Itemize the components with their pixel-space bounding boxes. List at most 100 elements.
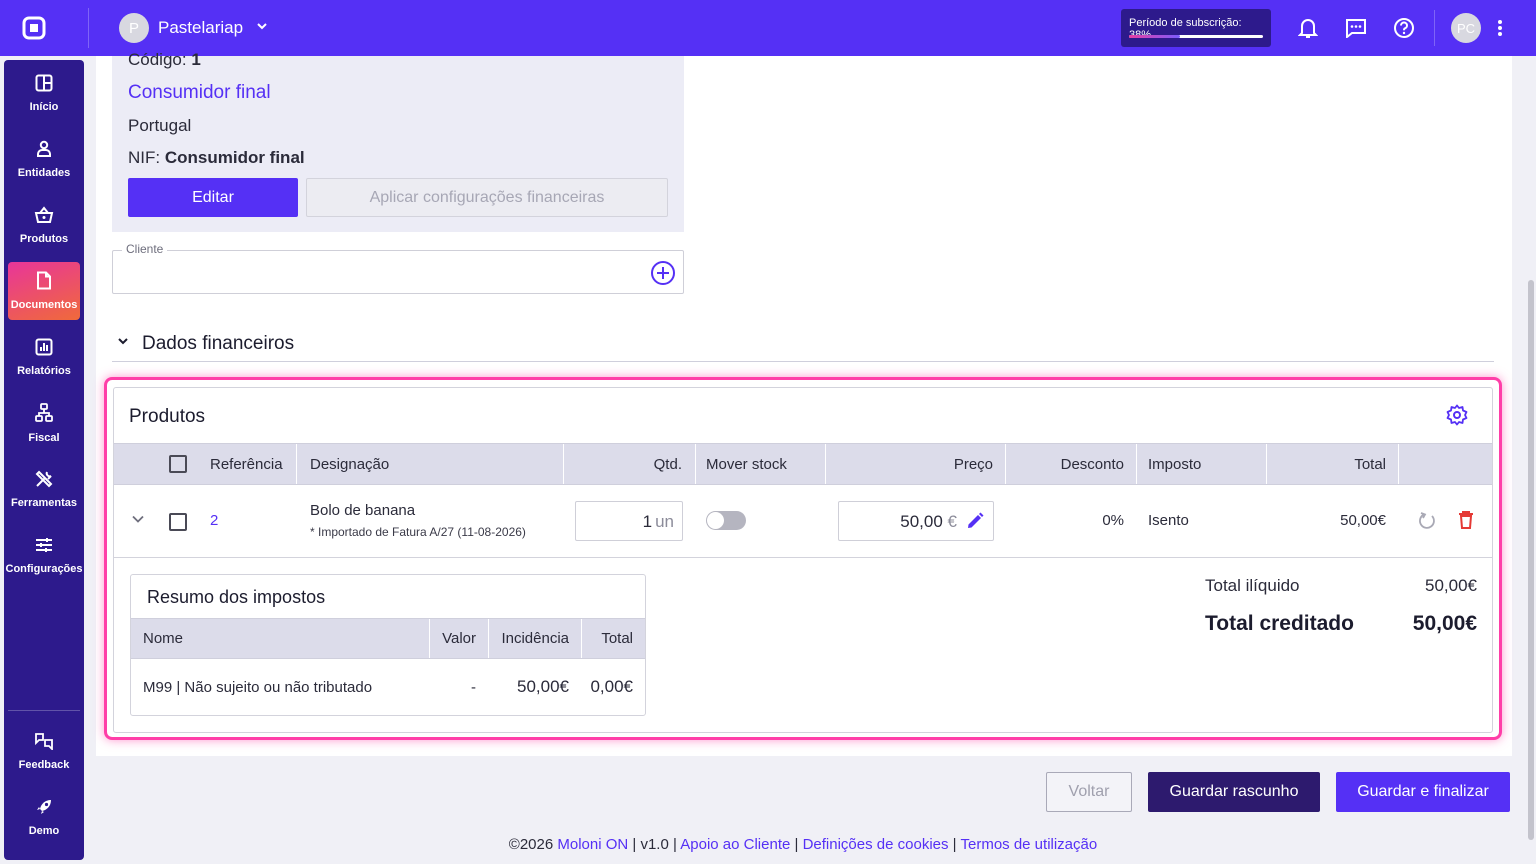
footer-separator: | xyxy=(794,836,799,853)
expand-row-chevron-icon[interactable] xyxy=(131,512,145,530)
sidebar-item-relatorios[interactable]: Relatórios xyxy=(8,328,80,386)
trash-icon[interactable] xyxy=(1457,510,1475,534)
edit-client-button[interactable]: Editar xyxy=(128,178,298,217)
document-form: Código: 1 Consumidor final Portugal NIF:… xyxy=(96,50,1512,756)
sidebar-item-ferramentas[interactable]: Ferramentas xyxy=(8,460,80,518)
sidebar: Início Entidades Produtos Documentos Rel… xyxy=(4,60,84,860)
footer-brand-link[interactable]: Moloni ON xyxy=(557,836,628,853)
gear-icon[interactable] xyxy=(1446,404,1468,431)
select-all-checkbox[interactable] xyxy=(169,455,187,473)
product-import-note: * Importado de Fatura A/27 (11-08-2026) xyxy=(310,525,526,539)
table-row: M99 | Não sujeito ou não tributado - 50,… xyxy=(131,660,645,715)
home-icon xyxy=(35,74,53,101)
quantity-unit: un xyxy=(655,512,674,531)
chat-icon[interactable] xyxy=(1342,14,1370,42)
report-icon xyxy=(35,338,53,365)
price-currency: € xyxy=(947,512,957,531)
net-total-label: Total ilíquido xyxy=(1205,576,1300,595)
save-finalize-button[interactable]: Guardar e finalizar xyxy=(1336,772,1510,812)
sidebar-item-label: Fiscal xyxy=(28,431,60,444)
quantity-value: 1 xyxy=(642,512,653,531)
footer-separator: | xyxy=(632,836,637,853)
user-avatar[interactable]: PC xyxy=(1451,13,1481,43)
footer-terms-link[interactable]: Termos de utilização xyxy=(960,836,1097,853)
client-code: Código: 1 xyxy=(128,50,201,70)
sidebar-item-label: Entidades xyxy=(17,166,71,179)
column-header-total: Total xyxy=(1354,456,1386,473)
document-icon xyxy=(36,271,52,299)
price-input[interactable]: 50,00 € xyxy=(838,501,994,541)
page-scrollbar[interactable] xyxy=(1528,280,1534,840)
sidebar-item-label: Início xyxy=(29,100,59,113)
column-divider xyxy=(695,444,696,484)
app-logo-icon[interactable] xyxy=(22,0,66,56)
sidebar-item-produtos[interactable]: Produtos xyxy=(8,196,80,254)
topbar-divider-right xyxy=(1434,10,1435,46)
sliders-icon xyxy=(35,536,53,563)
sidebar-item-entidades[interactable]: Entidades xyxy=(8,130,80,188)
table-row: 2 Bolo de banana * Importado de Fatura A… xyxy=(114,486,1492,558)
footer-cookies-link[interactable]: Definições de cookies xyxy=(803,836,949,853)
company-avatar: P xyxy=(119,13,149,43)
subscription-bar xyxy=(1129,35,1263,38)
tax-row-incidence: 50,00€ xyxy=(517,677,569,696)
products-panel: Produtos Referência Designação Qtd. Move… xyxy=(113,387,1493,733)
client-search-field[interactable]: Cliente xyxy=(112,242,684,294)
tax-column-name: Nome xyxy=(143,630,184,647)
sidebar-item-inicio[interactable]: Início xyxy=(8,64,80,122)
column-divider xyxy=(581,619,582,658)
help-icon[interactable] xyxy=(1390,14,1418,42)
footer-separator: | xyxy=(673,836,677,853)
sidebar-item-feedback[interactable]: Feedback xyxy=(8,722,80,780)
client-nif-label: NIF: xyxy=(128,148,161,167)
sidebar-item-configuracoes[interactable]: Configurações xyxy=(6,526,83,584)
product-tax: Isento xyxy=(1148,512,1189,529)
sidebar-item-fiscal[interactable]: Fiscal xyxy=(8,394,80,452)
sidebar-item-label: Ferramentas xyxy=(10,496,78,509)
product-reference-link[interactable]: 2 xyxy=(210,512,218,529)
column-divider xyxy=(1398,444,1399,484)
product-name: Bolo de banana xyxy=(310,502,416,519)
reset-icon[interactable] xyxy=(1417,511,1437,535)
products-table-header: Referência Designação Qtd. Mover stock P… xyxy=(114,443,1492,485)
sidebar-item-label: Demo xyxy=(28,824,60,837)
pencil-icon[interactable] xyxy=(965,511,985,536)
back-button[interactable]: Voltar xyxy=(1046,772,1132,812)
bell-icon[interactable] xyxy=(1294,14,1322,42)
tax-column-total: Total xyxy=(601,630,633,647)
move-stock-toggle[interactable] xyxy=(706,511,746,530)
company-selector[interactable]: P Pastelariap xyxy=(119,13,269,43)
more-vertical-icon[interactable] xyxy=(1486,14,1514,42)
sidebar-item-documentos[interactable]: Documentos xyxy=(8,262,80,320)
column-header-move-stock: Mover stock xyxy=(706,456,787,473)
footer-support-link[interactable]: Apoio ao Cliente xyxy=(680,836,790,853)
topbar-divider xyxy=(88,8,89,48)
credited-total-value: 50,00€ xyxy=(1412,612,1477,635)
quantity-input[interactable]: 1 un xyxy=(575,501,683,541)
footer-separator: | xyxy=(952,836,957,853)
column-header-price: Preço xyxy=(953,456,993,473)
sidebar-item-label: Documentos xyxy=(10,299,78,311)
tax-column-incidence: Incidência xyxy=(501,630,569,647)
row-checkbox[interactable] xyxy=(169,513,187,531)
credited-total-label: Total creditado xyxy=(1205,612,1354,635)
client-code-label: Código: xyxy=(128,50,187,69)
subscription-bar-fill xyxy=(1129,35,1180,38)
column-divider xyxy=(488,619,489,658)
rocket-icon xyxy=(35,798,53,825)
footer-copyright: ©2026 xyxy=(508,836,554,853)
person-icon xyxy=(35,140,53,167)
tools-icon xyxy=(35,470,53,497)
column-header-discount: Desconto xyxy=(1060,456,1124,473)
sidebar-item-label: Relatórios xyxy=(17,364,71,377)
basket-icon xyxy=(34,205,54,233)
client-country: Portugal xyxy=(128,116,192,135)
add-circle-icon[interactable] xyxy=(650,260,676,291)
financial-data-section-toggle[interactable]: Dados financeiros xyxy=(112,326,1494,362)
products-highlight: Produtos Referência Designação Qtd. Move… xyxy=(104,377,1502,740)
tax-summary-title: Resumo dos impostos xyxy=(147,587,326,607)
save-draft-button[interactable]: Guardar rascunho xyxy=(1148,772,1320,812)
tax-column-value: Valor xyxy=(442,630,476,647)
client-name-link[interactable]: Consumidor final xyxy=(128,82,271,104)
subscription-progress[interactable]: Período de subscrição: 38% xyxy=(1121,9,1271,47)
